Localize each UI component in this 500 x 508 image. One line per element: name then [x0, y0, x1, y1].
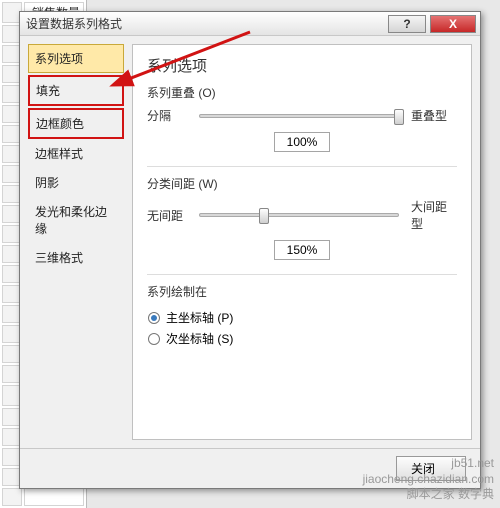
overlap-slider[interactable] [199, 114, 399, 118]
overlap-left-label: 分隔 [147, 107, 191, 124]
plot-on-group: 系列绘制在 主坐标轴 (P) 次坐标轴 (S) [147, 283, 457, 350]
titlebar[interactable]: 设置数据系列格式 ? X [20, 12, 480, 36]
dialog-title: 设置数据系列格式 [26, 15, 388, 32]
overlap-value[interactable]: 100% [274, 132, 330, 152]
sidebar-item-3d-format[interactable]: 三维格式 [28, 243, 124, 272]
gap-label: 分类间距 (W) [147, 175, 457, 192]
sidebar-item-glow[interactable]: 发光和柔化边缘 [28, 197, 124, 243]
gap-slider[interactable] [199, 213, 399, 217]
gap-left-label: 无间距 [147, 207, 191, 224]
radio-secondary-axis[interactable]: 次坐标轴 (S) [148, 328, 456, 349]
radio-label: 主坐标轴 (P) [166, 309, 233, 326]
sidebar: 系列选项 填充 边框颜色 边框样式 阴影 发光和柔化边缘 三维格式 [28, 44, 124, 440]
radio-primary-axis[interactable]: 主坐标轴 (P) [148, 307, 456, 328]
sidebar-item-border-color[interactable]: 边框颜色 [28, 108, 124, 139]
divider [147, 166, 457, 167]
format-data-series-dialog: 设置数据系列格式 ? X 系列选项 填充 边框颜色 边框样式 阴影 发光和柔化边… [19, 11, 481, 489]
divider [147, 274, 457, 275]
sidebar-item-border-style[interactable]: 边框样式 [28, 139, 124, 168]
help-button[interactable]: ? [388, 15, 426, 33]
panel-heading: 系列选项 [147, 55, 457, 76]
sidebar-item-series-options[interactable]: 系列选项 [28, 44, 124, 73]
gap-width-group: 分类间距 (W) 无间距 大间距型 150% [147, 175, 457, 260]
overlap-label: 系列重叠 (O) [147, 84, 457, 101]
radio-icon [148, 333, 160, 345]
sidebar-item-shadow[interactable]: 阴影 [28, 168, 124, 197]
radio-label: 次坐标轴 (S) [166, 330, 233, 347]
overlap-right-label: 重叠型 [411, 107, 457, 124]
close-button[interactable]: X [430, 15, 476, 33]
main-panel: 系列选项 系列重叠 (O) 分隔 重叠型 100% 分类间距 (W) 无间距 大… [132, 44, 472, 440]
gap-value[interactable]: 150% [274, 240, 330, 260]
sidebar-item-fill[interactable]: 填充 [28, 75, 124, 106]
series-overlap-group: 系列重叠 (O) 分隔 重叠型 100% [147, 84, 457, 152]
gap-right-label: 大间距型 [411, 198, 457, 232]
watermark: jb51.net jiaocheng.chazidian.com 脚本之家 数字… [363, 456, 494, 503]
plot-on-label: 系列绘制在 [147, 283, 457, 300]
radio-icon [148, 312, 160, 324]
